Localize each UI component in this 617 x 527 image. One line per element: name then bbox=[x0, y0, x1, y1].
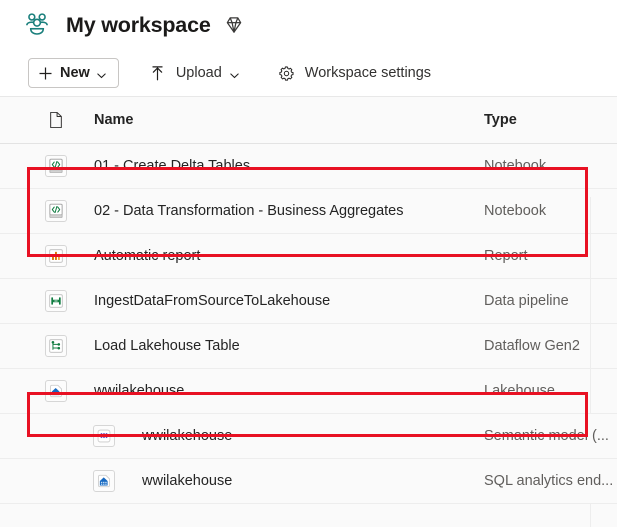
chevron-down-icon bbox=[229, 68, 240, 79]
item-name[interactable]: wwilakehouse bbox=[142, 473, 484, 489]
item-type: Report bbox=[484, 248, 528, 264]
dataflow-icon bbox=[44, 334, 68, 358]
table-row[interactable]: wwilakehouse Lakehouse bbox=[0, 369, 617, 414]
data-pipeline-icon bbox=[44, 289, 68, 313]
item-name[interactable]: 01 - Create Delta Tables bbox=[94, 158, 484, 174]
table-row[interactable]: wwilakehouse SQL analytics end... bbox=[0, 459, 617, 504]
table-row[interactable]: wwilakehouse Semantic model (... bbox=[0, 414, 617, 459]
item-type: Lakehouse bbox=[484, 383, 555, 399]
report-icon bbox=[44, 244, 68, 268]
lakehouse-icon bbox=[44, 379, 68, 403]
people-group-icon bbox=[22, 10, 52, 40]
item-name[interactable]: Automatic report bbox=[94, 248, 484, 264]
item-name[interactable]: wwilakehouse bbox=[142, 428, 484, 444]
table-row[interactable]: Automatic report Report bbox=[0, 234, 617, 279]
item-type: Notebook bbox=[484, 203, 547, 219]
workspace-page: My workspace New Upload Workspace settin… bbox=[0, 0, 617, 527]
table-row[interactable]: 01 - Create Delta Tables Notebook bbox=[0, 144, 617, 189]
workspace-settings-label: Workspace settings bbox=[304, 65, 432, 81]
table-row[interactable]: 02 - Data Transformation - Business Aggr… bbox=[0, 189, 617, 234]
workspace-settings-button[interactable]: Workspace settings bbox=[270, 58, 446, 88]
item-name[interactable]: wwilakehouse bbox=[94, 383, 484, 399]
plus-icon bbox=[38, 66, 53, 81]
page-title: My workspace bbox=[66, 12, 211, 37]
sql-analytics-endpoint-icon bbox=[92, 469, 116, 493]
item-type: Notebook bbox=[484, 158, 547, 174]
new-button[interactable]: New bbox=[28, 58, 119, 88]
column-header-name[interactable]: Name bbox=[94, 112, 484, 128]
item-type: Semantic model (... bbox=[484, 428, 609, 444]
gear-icon bbox=[278, 65, 295, 82]
upload-button-label: Upload bbox=[175, 65, 222, 81]
item-type: Data pipeline bbox=[484, 293, 569, 309]
item-type: SQL analytics end... bbox=[484, 473, 614, 489]
items-table: Name Type 01 - Create Delta Tables Noteb… bbox=[0, 97, 617, 527]
new-button-label: New bbox=[60, 65, 90, 81]
item-name[interactable]: Load Lakehouse Table bbox=[94, 338, 484, 354]
item-type: Dataflow Gen2 bbox=[484, 338, 580, 354]
notebook-icon bbox=[44, 199, 68, 223]
toolbar: New Upload Workspace settings bbox=[0, 50, 617, 97]
diamond-icon bbox=[224, 15, 244, 35]
upload-arrow-icon bbox=[149, 65, 166, 82]
chevron-down-icon bbox=[96, 68, 107, 79]
table-header-row: Name Type bbox=[0, 97, 617, 144]
page-header: My workspace bbox=[0, 0, 617, 50]
upload-button[interactable]: Upload bbox=[141, 58, 248, 88]
table-row[interactable]: Load Lakehouse Table Dataflow Gen2 bbox=[0, 324, 617, 369]
item-name[interactable]: 02 - Data Transformation - Business Aggr… bbox=[94, 203, 484, 219]
file-icon bbox=[44, 108, 68, 132]
notebook-icon bbox=[44, 154, 68, 178]
item-name[interactable]: IngestDataFromSourceToLakehouse bbox=[94, 293, 484, 309]
column-header-type[interactable]: Type bbox=[484, 112, 617, 128]
table-row[interactable]: IngestDataFromSourceToLakehouse Data pip… bbox=[0, 279, 617, 324]
semantic-model-icon bbox=[92, 424, 116, 448]
